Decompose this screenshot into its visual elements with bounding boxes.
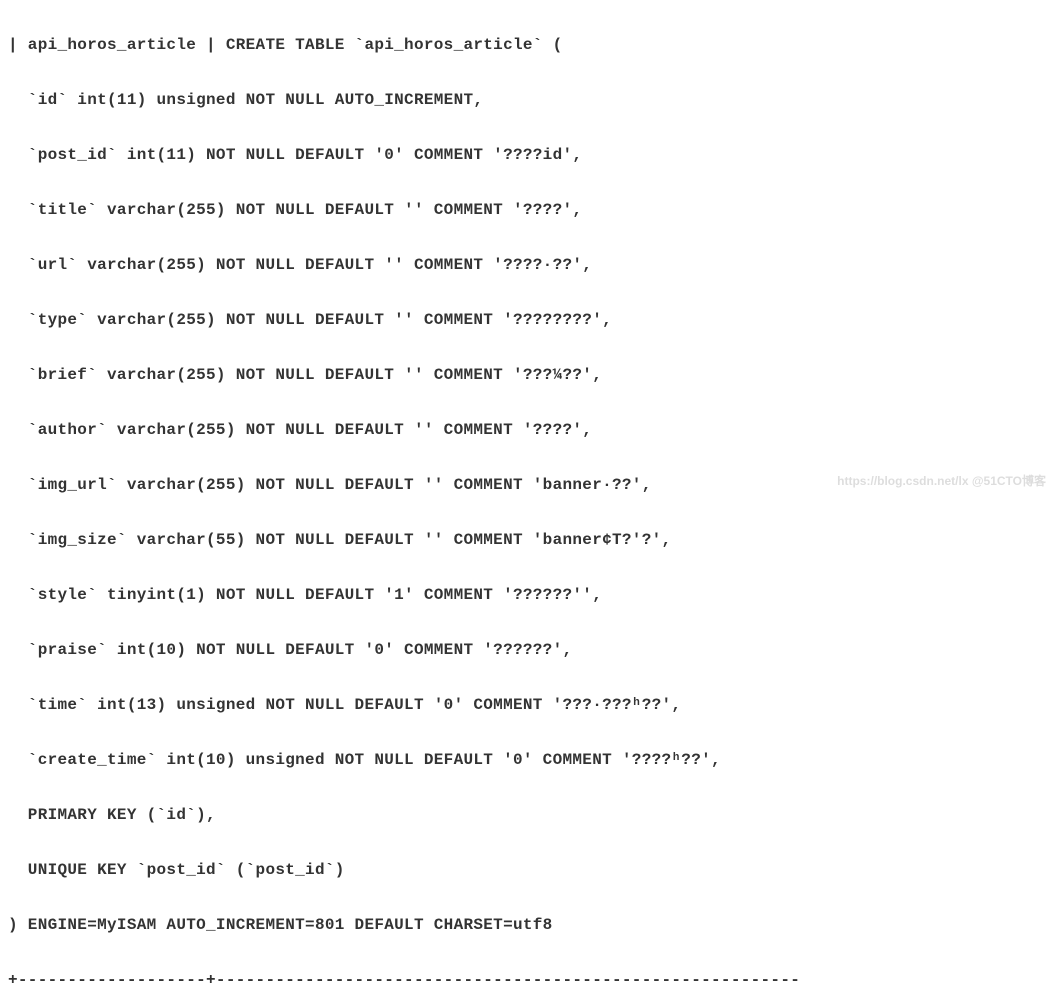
sql-line: `author` varchar(255) NOT NULL DEFAULT '… xyxy=(8,421,592,439)
sql-line: `brief` varchar(255) NOT NULL DEFAULT ''… xyxy=(8,366,602,384)
sql-line: PRIMARY KEY (`id`), xyxy=(8,806,216,824)
sql-line: `url` varchar(255) NOT NULL DEFAULT '' C… xyxy=(8,256,592,274)
sql-line: `img_url` varchar(255) NOT NULL DEFAULT … xyxy=(8,476,652,494)
sql-line: `praise` int(10) NOT NULL DEFAULT '0' CO… xyxy=(8,641,572,659)
sql-line: `post_id` int(11) NOT NULL DEFAULT '0' C… xyxy=(8,146,582,164)
sql-line: `title` varchar(255) NOT NULL DEFAULT ''… xyxy=(8,201,582,219)
sql-line: `img_size` varchar(55) NOT NULL DEFAULT … xyxy=(8,531,671,549)
sql-line: ) ENGINE=MyISAM AUTO_INCREMENT=801 DEFAU… xyxy=(8,916,553,934)
sql-line: UNIQUE KEY `post_id` (`post_id`) xyxy=(8,861,345,879)
sql-line: | api_horos_article | CREATE TABLE `api_… xyxy=(8,36,563,54)
sql-line: `id` int(11) unsigned NOT NULL AUTO_INCR… xyxy=(8,91,483,109)
sql-line: `style` tinyint(1) NOT NULL DEFAULT '1' … xyxy=(8,586,602,604)
sql-line: `create_time` int(10) unsigned NOT NULL … xyxy=(8,751,721,769)
watermark: https://blog.csdn.net/lx @51CTO博客 xyxy=(837,471,1046,492)
sql-line: `time` int(13) unsigned NOT NULL DEFAULT… xyxy=(8,696,681,714)
sql-line: `type` varchar(255) NOT NULL DEFAULT '' … xyxy=(8,311,612,329)
sql-line: +-------------------+-------------------… xyxy=(8,971,800,989)
